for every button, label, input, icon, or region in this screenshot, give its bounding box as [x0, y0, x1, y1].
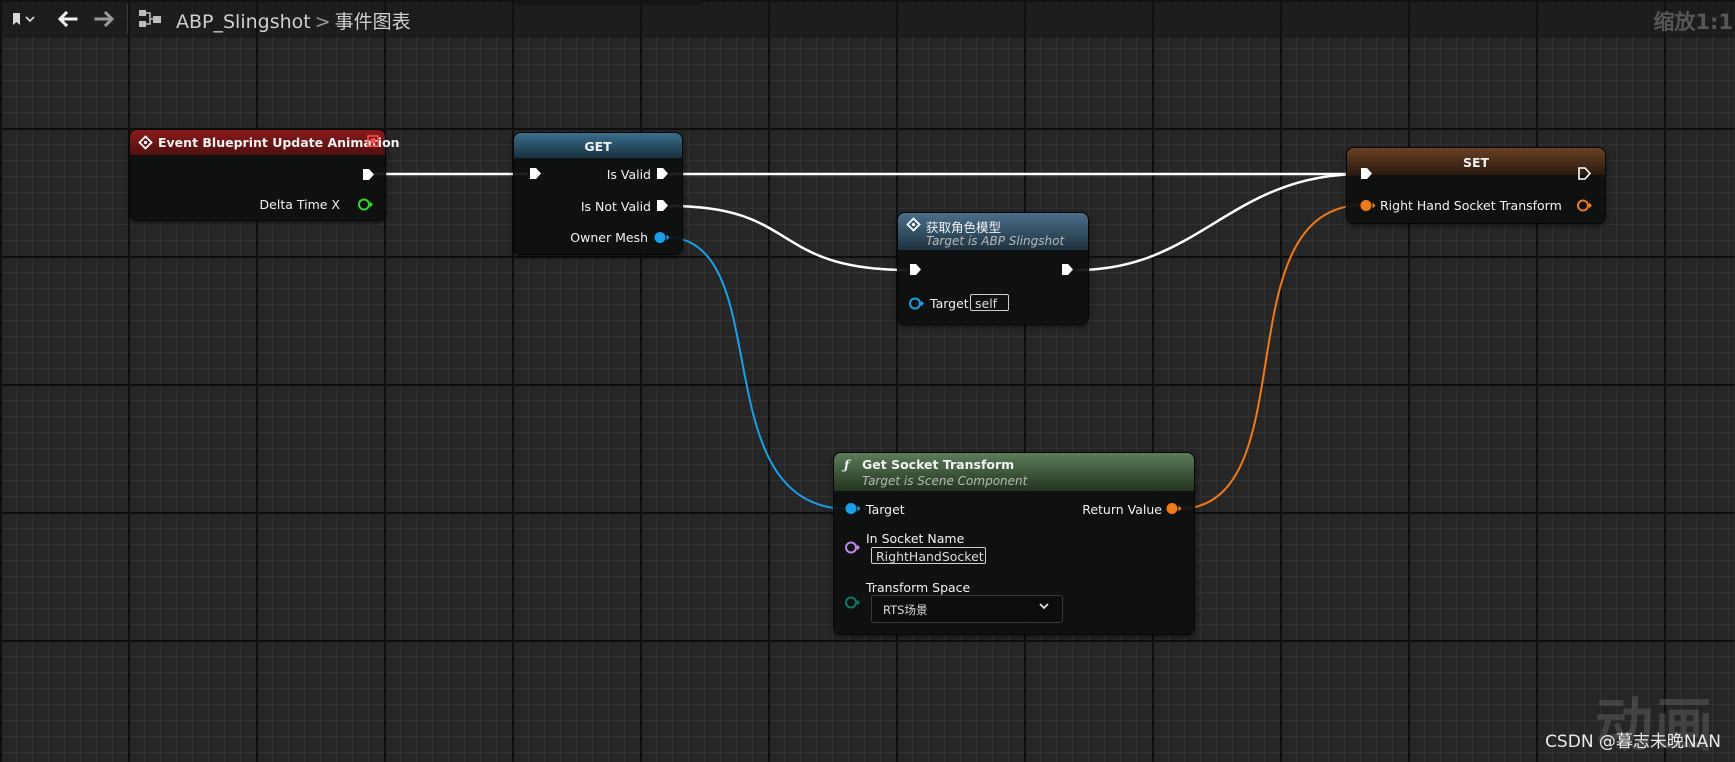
node-title: SET	[1462, 155, 1490, 170]
event-update-animation-node[interactable]: Event Blueprint Update Animation Delta T…	[130, 130, 400, 220]
exec-wire-getmesh-set	[1076, 172, 1363, 272]
right-hand-socket-transform-label: Right Hand Socket Transform	[1380, 198, 1562, 213]
get-socket-transform-node[interactable]: ƒ Get Socket Transform Target is Scene C…	[834, 453, 1194, 634]
exec-wire-isnotvalid-getmesh	[669, 204, 909, 272]
transform-space-value: RTS场景	[883, 603, 928, 617]
return-value-label: Return Value	[1082, 502, 1162, 517]
arrow-left-icon[interactable]	[52, 6, 82, 32]
enum-pin[interactable]	[844, 595, 861, 610]
node-title: Event Blueprint Update Animation	[158, 135, 400, 150]
exec-in-pin[interactable]	[528, 166, 543, 181]
node-subtitle: Target is Scene Component	[862, 474, 1028, 488]
socket-name-field[interactable]: RightHandSocket	[871, 547, 986, 564]
object-pin[interactable]	[653, 230, 671, 245]
arrow-right-icon[interactable]	[90, 6, 120, 32]
transform-wire-return-set	[1177, 204, 1365, 510]
is-not-valid-label: Is Not Valid	[580, 199, 651, 214]
delta-time-label: Delta Time X	[259, 197, 340, 212]
exec-out-pin[interactable]	[1060, 262, 1075, 277]
set-right-hand-socket-node[interactable]: SET Right Hand Socket Transform	[1347, 148, 1605, 223]
target-self-field[interactable]: self	[970, 294, 1009, 311]
in-socket-name-label: In Socket Name	[866, 531, 965, 546]
exec-out-pin[interactable]	[1577, 166, 1592, 181]
stop-icon	[367, 135, 379, 147]
transform-out-pin[interactable]	[1576, 198, 1593, 213]
exec-in-pin[interactable]	[908, 262, 923, 277]
transform-space-label: Transform Space	[866, 580, 971, 595]
chevron-down-icon	[1038, 600, 1050, 616]
credit-text: CSDN @暮志未晚NAN	[1545, 732, 1721, 752]
breadcrumb: ABP_Slingshot > 事件图表	[176, 7, 411, 34]
transform-space-dropdown[interactable]: RTS场景	[871, 595, 1063, 623]
function-icon: ƒ	[844, 457, 850, 472]
target-label: Target	[930, 296, 969, 311]
toolbar-divider	[127, 4, 128, 34]
object-pin[interactable]	[844, 501, 862, 516]
float-pin[interactable]	[357, 197, 374, 212]
is-valid-exec-pin[interactable]	[655, 166, 670, 181]
object-wire-ownermesh-target	[664, 236, 850, 510]
graph-icon	[139, 10, 161, 27]
owner-mesh-label: Owner Mesh	[570, 230, 648, 245]
bookmark-icon[interactable]	[6, 6, 40, 32]
zoom-label: 缩放1:1	[1653, 10, 1733, 34]
breadcrumb-asset[interactable]: ABP_Slingshot	[176, 11, 311, 33]
function-diamond-icon	[906, 217, 921, 232]
offscreen-node-edge	[516, 0, 700, 5]
node-title: Get Socket Transform	[862, 457, 1015, 472]
exec-in-pin[interactable]	[1359, 166, 1374, 181]
node-title: GET	[584, 139, 612, 154]
get-owner-mesh-node[interactable]: GET Is Valid Is Not Valid Owner Mesh	[514, 133, 682, 254]
transform-in-pin[interactable]	[1359, 198, 1377, 213]
target-label: Target	[866, 502, 905, 517]
is-not-valid-exec-pin[interactable]	[655, 198, 670, 213]
transform-pin[interactable]	[1165, 501, 1183, 516]
get-character-mesh-node[interactable]: 获取角色模型 Target is ABP Slingshot Target se…	[898, 213, 1088, 324]
exec-out-pin[interactable]	[361, 167, 376, 182]
node-subtitle: Target is ABP Slingshot	[926, 234, 1065, 248]
object-pin[interactable]	[908, 296, 925, 311]
wire-layer	[373, 172, 1365, 510]
name-pin[interactable]	[844, 540, 861, 555]
toolbar: ABP_Slingshot > 事件图表 缩放1:1	[0, 0, 1735, 38]
breadcrumb-graph[interactable]: 事件图表	[335, 11, 411, 33]
breadcrumb-separator: >	[314, 11, 331, 33]
is-valid-label: Is Valid	[606, 167, 651, 182]
event-diamond-icon	[138, 135, 153, 150]
